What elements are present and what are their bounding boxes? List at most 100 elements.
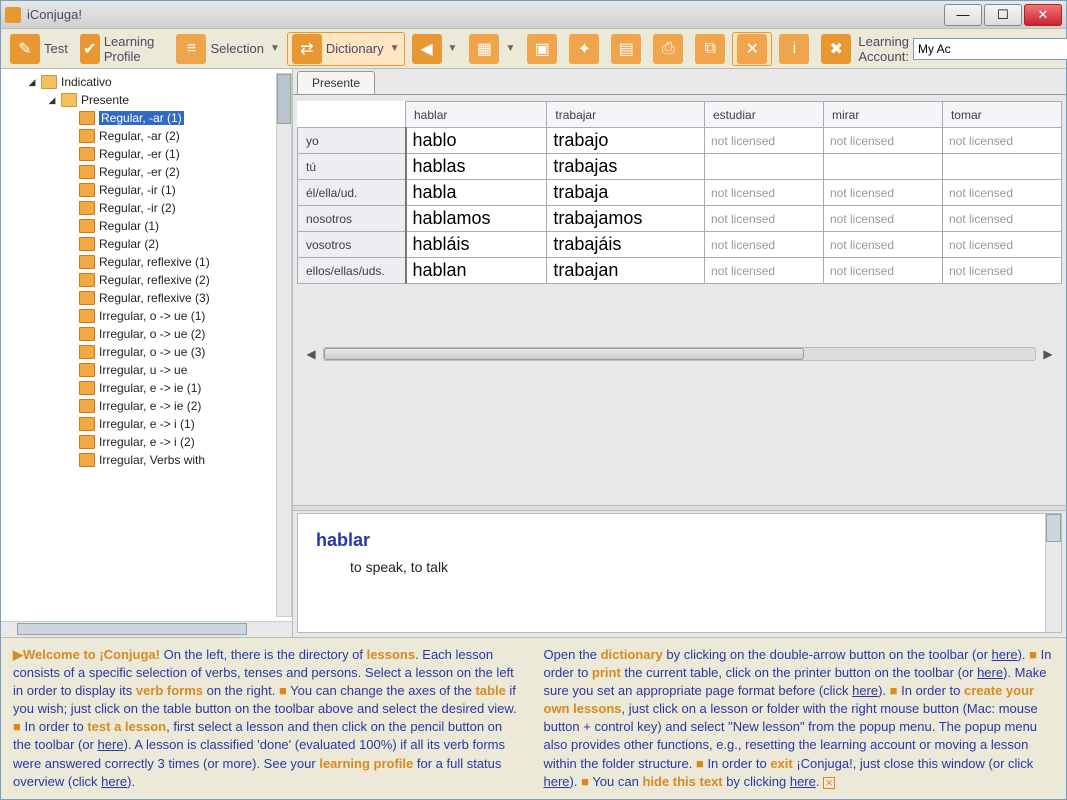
help-link-here[interactable]: here bbox=[101, 774, 127, 789]
scroll-right-icon[interactable]: ▶ bbox=[1040, 347, 1056, 361]
conjugation-cell[interactable]: not licensed bbox=[823, 258, 942, 284]
print-button[interactable]: ⎙ bbox=[648, 32, 688, 66]
conjugation-cell[interactable]: not licensed bbox=[823, 128, 942, 154]
column-header[interactable]: tomar bbox=[942, 102, 1061, 128]
table-button[interactable]: ▦▼ bbox=[464, 32, 520, 66]
tree-lesson-item[interactable]: Regular, reflexive (1) bbox=[3, 253, 290, 271]
tree-lesson-item[interactable]: Regular, -ir (1) bbox=[3, 181, 290, 199]
tree-lesson-item[interactable]: Irregular, e -> ie (2) bbox=[3, 397, 290, 415]
conjugation-cell[interactable]: trabajan bbox=[547, 258, 705, 284]
column-header[interactable]: hablar bbox=[406, 102, 547, 128]
tree-lesson-item[interactable]: Regular (1) bbox=[3, 217, 290, 235]
tree-lesson-item[interactable]: Regular, reflexive (2) bbox=[3, 271, 290, 289]
conjugation-cell[interactable]: not licensed bbox=[942, 232, 1061, 258]
scrollbar-thumb[interactable] bbox=[1046, 514, 1061, 542]
conjugation-cell[interactable]: not licensed bbox=[705, 258, 824, 284]
dictionary-scrollbar[interactable] bbox=[1045, 514, 1061, 632]
minimize-button[interactable]: — bbox=[944, 4, 982, 26]
tree-lesson-item[interactable]: Irregular, o -> ue (1) bbox=[3, 307, 290, 325]
hide-help-icon[interactable]: ✕ bbox=[823, 777, 835, 789]
tree-lesson-item[interactable]: Regular, -ar (1) bbox=[3, 109, 290, 127]
conjugation-cell[interactable]: habla bbox=[406, 180, 547, 206]
conjugation-cell[interactable] bbox=[942, 154, 1061, 180]
tree-node-presente[interactable]: ◢ Presente bbox=[3, 91, 290, 109]
scroll-left-icon[interactable]: ◀ bbox=[303, 347, 319, 361]
conjugation-cell[interactable]: not licensed bbox=[942, 258, 1061, 284]
tree-lesson-item[interactable]: Irregular, e -> i (1) bbox=[3, 415, 290, 433]
help-link-here[interactable]: here bbox=[98, 737, 124, 752]
learning-account-select[interactable] bbox=[913, 38, 1067, 60]
tab-presente[interactable]: Presente bbox=[297, 71, 375, 94]
scrollbar-thumb[interactable] bbox=[277, 74, 291, 124]
selection-button[interactable]: ≡Selection▼ bbox=[171, 32, 284, 66]
tree-horizontal-scrollbar[interactable] bbox=[1, 621, 292, 637]
scrollbar-thumb[interactable] bbox=[324, 348, 804, 360]
help-link-here[interactable]: here bbox=[790, 774, 816, 789]
conjugation-cell[interactable]: hablas bbox=[406, 154, 547, 180]
maximize-button[interactable]: ☐ bbox=[984, 4, 1022, 26]
test-button[interactable]: ✎Test bbox=[5, 32, 73, 66]
tree-lesson-item[interactable]: Regular, -er (1) bbox=[3, 145, 290, 163]
tree-lesson-item[interactable]: Irregular, e -> i (2) bbox=[3, 433, 290, 451]
help-link-here[interactable]: here bbox=[852, 683, 878, 698]
conjugation-cell[interactable]: not licensed bbox=[942, 180, 1061, 206]
tree-lesson-item[interactable]: Regular (2) bbox=[3, 235, 290, 253]
collapse-icon[interactable]: ◢ bbox=[27, 77, 37, 88]
column-header[interactable]: estudiar bbox=[705, 102, 824, 128]
row-header[interactable]: yo bbox=[298, 128, 406, 154]
dictionary-button[interactable]: ⇄Dictionary▼ bbox=[287, 32, 405, 66]
row-header[interactable]: ellos/ellas/uds. bbox=[298, 258, 406, 284]
help-link-here[interactable]: here bbox=[992, 647, 1018, 662]
conjugation-cell[interactable]: trabajamos bbox=[547, 206, 705, 232]
conjugation-cell[interactable]: hablo bbox=[406, 128, 547, 154]
learning-profile-button[interactable]: ✔Learning Profile bbox=[75, 32, 170, 66]
conjugation-cell[interactable]: hablan bbox=[406, 258, 547, 284]
conjugation-cell[interactable]: trabajas bbox=[547, 154, 705, 180]
scrollbar-thumb[interactable] bbox=[17, 623, 247, 635]
tree-lesson-item[interactable]: Irregular, Verbs with bbox=[3, 451, 290, 469]
conjugation-cell[interactable]: not licensed bbox=[705, 232, 824, 258]
tree-lesson-item[interactable]: Regular, -er (2) bbox=[3, 163, 290, 181]
close-button[interactable]: ✕ bbox=[1024, 4, 1062, 26]
exit-button[interactable]: ✖ bbox=[816, 32, 856, 66]
help-button[interactable]: i bbox=[774, 32, 814, 66]
scrollbar-track[interactable] bbox=[323, 347, 1036, 361]
row-header[interactable]: tú bbox=[298, 154, 406, 180]
tree-lesson-item[interactable]: Regular, -ar (2) bbox=[3, 127, 290, 145]
tool-button-2[interactable]: ✦ bbox=[564, 32, 604, 66]
conjugation-cell[interactable]: hablamos bbox=[406, 206, 547, 232]
tool-button-1[interactable]: ▣ bbox=[522, 32, 562, 66]
conjugation-cell[interactable]: not licensed bbox=[705, 128, 824, 154]
conjugation-cell[interactable]: not licensed bbox=[823, 180, 942, 206]
back-button[interactable]: ◀▼ bbox=[407, 32, 463, 66]
conjugation-cell[interactable]: not licensed bbox=[705, 206, 824, 232]
horizontal-splitter[interactable] bbox=[293, 505, 1066, 511]
conjugation-cell[interactable]: not licensed bbox=[823, 232, 942, 258]
tree-lesson-item[interactable]: Irregular, o -> ue (2) bbox=[3, 325, 290, 343]
conjugation-cell[interactable]: habláis bbox=[406, 232, 547, 258]
tree-lesson-item[interactable]: Irregular, e -> ie (1) bbox=[3, 379, 290, 397]
tree-vertical-scrollbar[interactable] bbox=[276, 73, 292, 617]
tree-node-indicativo[interactable]: ◢ Indicativo bbox=[3, 73, 290, 91]
column-header[interactable]: trabajar bbox=[547, 102, 705, 128]
conjugation-cell[interactable]: trabajo bbox=[547, 128, 705, 154]
tree-lesson-item[interactable]: Regular, reflexive (3) bbox=[3, 289, 290, 307]
column-header[interactable]: mirar bbox=[823, 102, 942, 128]
conjugation-cell[interactable]: trabaja bbox=[547, 180, 705, 206]
row-header[interactable]: vosotros bbox=[298, 232, 406, 258]
help-link-here[interactable]: here bbox=[977, 665, 1003, 680]
conjugation-cell[interactable] bbox=[705, 154, 824, 180]
row-header[interactable]: él/ella/ud. bbox=[298, 180, 406, 206]
conjugation-cell[interactable]: trabajáis bbox=[547, 232, 705, 258]
conjugation-cell[interactable]: not licensed bbox=[823, 206, 942, 232]
conjugation-cell[interactable]: not licensed bbox=[942, 128, 1061, 154]
conjugation-cell[interactable]: not licensed bbox=[705, 180, 824, 206]
tree-lesson-item[interactable]: Regular, -ir (2) bbox=[3, 199, 290, 217]
settings-button[interactable]: ✕ bbox=[732, 32, 772, 66]
collapse-icon[interactable]: ◢ bbox=[47, 95, 57, 106]
conjugation-cell[interactable] bbox=[823, 154, 942, 180]
tree-lesson-item[interactable]: Irregular, o -> ue (3) bbox=[3, 343, 290, 361]
help-link-here[interactable]: here bbox=[544, 774, 570, 789]
lesson-tree[interactable]: ◢ Indicativo ◢ Presente Regular, -ar (1)… bbox=[1, 69, 292, 621]
tree-lesson-item[interactable]: Irregular, u -> ue bbox=[3, 361, 290, 379]
